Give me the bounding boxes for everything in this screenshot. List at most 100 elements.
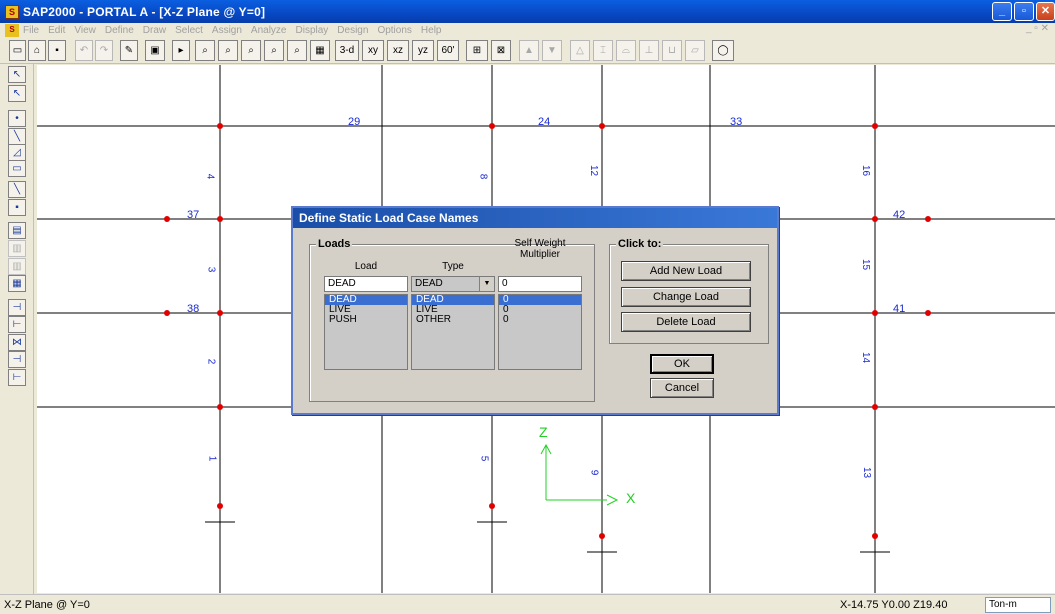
force-icon[interactable]: ⊥ <box>639 40 659 61</box>
list-item[interactable]: 0 <box>499 315 581 325</box>
joint[interactable] <box>489 123 495 129</box>
pointer-icon[interactable]: ↖ <box>8 66 26 83</box>
mdi-controls[interactable]: _ ▫ ✕ <box>1026 23 1049 34</box>
load-type-list[interactable]: DEAD LIVE OTHER <box>411 294 495 370</box>
joint[interactable] <box>217 123 223 129</box>
list-item[interactable]: OTHER <box>412 315 494 325</box>
draw-frame-icon[interactable]: ╲ <box>8 128 26 145</box>
get-previous-icon[interactable]: ▥ <box>8 240 26 257</box>
moment-icon[interactable]: ⊔ <box>662 40 682 61</box>
menu-edit[interactable]: Edit <box>48 25 65 36</box>
draw-area-icon[interactable]: ◿ <box>8 144 26 161</box>
snap-midpoint-icon[interactable]: ⊢ <box>8 316 26 333</box>
save-icon[interactable]: ▪ <box>48 40 66 61</box>
clear-selection-icon[interactable]: ▥ <box>8 258 26 275</box>
ok-button[interactable]: OK <box>650 354 714 374</box>
menu-help[interactable]: Help <box>421 25 442 36</box>
arrow-down-icon[interactable]: ▼ <box>542 40 562 61</box>
load-name-list[interactable]: DEAD LIVE PUSH <box>324 294 408 370</box>
menu-options[interactable]: Options <box>377 25 411 36</box>
joint-loads-icon[interactable]: △ <box>570 40 590 61</box>
draw-rect-area-icon[interactable]: ▭ <box>8 160 26 177</box>
undo-icon[interactable]: ↶ <box>75 40 93 61</box>
snap-joint-icon[interactable]: ⊣ <box>8 299 26 316</box>
quick-draw-frame-icon[interactable]: ╲ <box>8 181 26 198</box>
design-circle-icon[interactable]: ◯ <box>712 40 734 61</box>
joint[interactable] <box>872 216 878 222</box>
view-3d-button[interactable]: 3-d <box>335 40 359 61</box>
frame-icon[interactable]: ⌶ <box>593 40 613 61</box>
view-xy-button[interactable]: xy <box>362 40 384 61</box>
joint[interactable] <box>925 216 931 222</box>
table-icon[interactable]: ▱ <box>685 40 705 61</box>
change-load-button[interactable]: Change Load <box>621 287 751 307</box>
menu-design[interactable]: Design <box>337 25 368 36</box>
zoom-window-icon[interactable]: ⌕ <box>195 40 215 61</box>
cancel-button[interactable]: Cancel <box>650 378 714 398</box>
joint[interactable] <box>217 216 223 222</box>
joint[interactable] <box>164 216 170 222</box>
joint[interactable] <box>217 404 223 410</box>
reshape-icon[interactable]: ↖ <box>8 85 26 102</box>
open-folder-icon[interactable]: ⌂ <box>28 40 46 61</box>
arrow-up-icon[interactable]: ▲ <box>519 40 539 61</box>
zoom-full-icon[interactable]: ⌕ <box>241 40 261 61</box>
display-options-icon[interactable]: ⊠ <box>491 40 511 61</box>
joint[interactable] <box>872 404 878 410</box>
deformed-shape-icon[interactable]: ⌓ <box>616 40 636 61</box>
menu-analyze[interactable]: Analyze <box>251 25 287 36</box>
run-icon[interactable]: ▸ <box>172 40 190 61</box>
intersecting-line-icon[interactable]: ▦ <box>8 275 26 292</box>
list-item[interactable]: 0 <box>499 305 581 315</box>
zoom-in-icon[interactable]: ⌕ <box>264 40 284 61</box>
select-all-icon[interactable]: ▤ <box>8 222 26 239</box>
perspective-button[interactable]: 60' <box>437 40 459 61</box>
joint[interactable] <box>872 123 878 129</box>
joint[interactable] <box>872 533 878 539</box>
add-new-load-button[interactable]: Add New Load <box>621 261 751 281</box>
draw-joint-icon[interactable]: • <box>8 110 26 127</box>
object-shrink-icon[interactable]: ⊞ <box>466 40 488 61</box>
units-select[interactable]: Ton-m <box>985 597 1051 613</box>
lock-icon[interactable]: ▣ <box>145 40 165 61</box>
joint[interactable] <box>872 310 878 316</box>
maximize-button[interactable]: ▫ <box>1014 2 1034 21</box>
joint[interactable] <box>164 310 170 316</box>
chevron-down-icon[interactable]: ▼ <box>479 277 494 291</box>
pan-icon[interactable]: ▦ <box>310 40 330 61</box>
multiplier-input[interactable]: 0 <box>498 276 582 292</box>
snap-line-icon[interactable]: ⊢ <box>8 369 26 386</box>
quick-draw-area-icon[interactable]: ▪ <box>8 199 26 216</box>
minimize-button[interactable]: _ <box>992 2 1012 21</box>
load-name-input[interactable]: DEAD <box>324 276 408 292</box>
list-item[interactable]: PUSH <box>325 315 407 325</box>
joint[interactable] <box>489 503 495 509</box>
list-item[interactable]: 0 <box>499 295 581 305</box>
view-xz-button[interactable]: xz <box>387 40 409 61</box>
joint[interactable] <box>217 503 223 509</box>
snap-perpendicular-icon[interactable]: ⊣ <box>8 351 26 368</box>
close-button[interactable]: ✕ <box>1036 2 1055 21</box>
x-arrowhead <box>606 494 619 506</box>
zoom-restore-icon[interactable]: ⌕ <box>218 40 238 61</box>
joint[interactable] <box>599 533 605 539</box>
menu-draw[interactable]: Draw <box>143 25 166 36</box>
menu-view[interactable]: View <box>74 25 96 36</box>
joint[interactable] <box>599 123 605 129</box>
menu-select[interactable]: Select <box>175 25 203 36</box>
snap-intersection-icon[interactable]: ⋈ <box>8 334 26 351</box>
multiplier-list[interactable]: 0 0 0 <box>498 294 582 370</box>
menu-display[interactable]: Display <box>296 25 329 36</box>
menu-assign[interactable]: Assign <box>212 25 242 36</box>
joint[interactable] <box>925 310 931 316</box>
pencil-icon[interactable]: ✎ <box>120 40 138 61</box>
load-type-select[interactable]: DEAD ▼ <box>411 276 495 292</box>
new-file-icon[interactable]: ▭ <box>9 40 26 61</box>
zoom-out-icon[interactable]: ⌕ <box>287 40 307 61</box>
view-yz-button[interactable]: yz <box>412 40 434 61</box>
redo-icon[interactable]: ↷ <box>95 40 113 61</box>
delete-load-button[interactable]: Delete Load <box>621 312 751 332</box>
menu-file[interactable]: File <box>23 25 39 36</box>
menu-define[interactable]: Define <box>105 25 134 36</box>
joint[interactable] <box>217 310 223 316</box>
